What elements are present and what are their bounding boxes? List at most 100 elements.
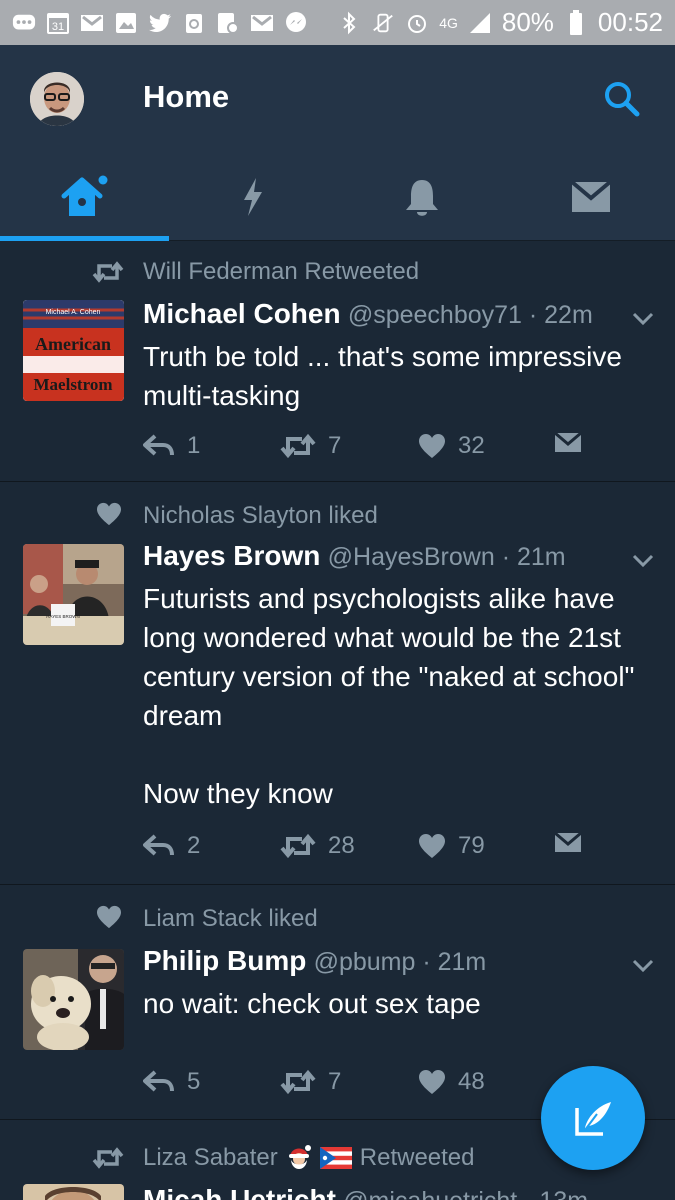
avatar[interactable]: Michael A. Cohen American Maelstrom xyxy=(23,300,124,401)
like-count: 32 xyxy=(458,432,485,459)
gmail-icon-2 xyxy=(250,12,274,34)
author-handle-time: @micahuetricht · 13m xyxy=(343,1187,588,1200)
gallery-icon xyxy=(114,12,138,34)
tweet-item[interactable]: Will Federman Retweeted Michael A. Cohen… xyxy=(0,242,675,482)
author-name[interactable]: Philip Bump xyxy=(143,945,306,976)
like-button[interactable]: 79 xyxy=(418,832,485,860)
direct-message-button[interactable] xyxy=(554,832,582,856)
tab-home[interactable] xyxy=(0,153,169,241)
signal-icon xyxy=(468,12,492,34)
vibrate-mute-icon xyxy=(371,12,395,34)
avatar[interactable] xyxy=(23,1184,124,1200)
retweeted-label: Retweeted xyxy=(359,1144,475,1171)
tab-moments[interactable] xyxy=(169,153,338,240)
network-type: 4G xyxy=(439,14,458,31)
heart-icon xyxy=(97,502,121,526)
reply-count: 2 xyxy=(187,832,201,859)
chevron-down-icon[interactable] xyxy=(630,552,656,570)
tweet-text: Futurists and psychologists alike have l… xyxy=(143,583,635,809)
heart-icon xyxy=(419,834,445,858)
calendar-icon: 31 xyxy=(46,12,70,34)
search-icon xyxy=(605,82,640,117)
compose-tweet-button[interactable] xyxy=(541,1066,645,1170)
envelope-icon xyxy=(554,832,582,852)
author-name[interactable]: Micah Uetricht xyxy=(143,1184,336,1200)
author-handle-time: @pbump · 21m xyxy=(313,948,487,976)
retweeter-name: Liza Sabater xyxy=(143,1144,278,1171)
tweet-header: Hayes Brown @HayesBrown · 21m xyxy=(143,540,566,572)
author-handle-time: @speechboy71 · 22m xyxy=(347,301,593,329)
status-bar: 31 4G 80% 00:52 xyxy=(0,0,675,45)
tweet-text: no wait: check out sex tape xyxy=(143,988,481,1019)
timeline: Will Federman Retweeted Michael A. Cohen… xyxy=(0,242,675,1200)
gmail-icon xyxy=(80,12,104,34)
app-header: Home xyxy=(0,45,675,153)
messenger-icon xyxy=(284,11,308,34)
santa-emoji-icon xyxy=(286,1144,312,1172)
page-title: Home xyxy=(143,79,230,114)
retweet-button[interactable]: 7 xyxy=(280,432,341,460)
tab-notifications[interactable] xyxy=(338,153,507,240)
author-name[interactable]: Michael Cohen xyxy=(143,298,341,329)
missed-call-icon xyxy=(216,12,240,34)
retweet-icon xyxy=(92,261,124,283)
recycle-icon xyxy=(182,12,206,34)
system-icons: 4G 80% 00:52 xyxy=(337,7,663,38)
reply-button[interactable]: 2 xyxy=(143,832,200,860)
active-tab-indicator xyxy=(0,236,169,241)
heart-icon xyxy=(419,1070,445,1094)
search-button[interactable] xyxy=(600,77,644,121)
social-context[interactable]: Nicholas Slayton liked xyxy=(143,502,378,530)
name-placard: HAYES BROWN xyxy=(46,614,79,619)
retweet-button[interactable]: 7 xyxy=(280,1068,341,1096)
tab-messages[interactable] xyxy=(506,153,675,240)
reply-button[interactable]: 5 xyxy=(143,1068,200,1096)
chevron-down-icon[interactable] xyxy=(630,310,656,328)
direct-message-button[interactable] xyxy=(554,432,582,456)
tweet-header: Philip Bump @pbump · 21m xyxy=(143,945,486,977)
like-count: 79 xyxy=(458,832,485,859)
avatar[interactable] xyxy=(23,949,124,1050)
compose-quill-icon xyxy=(575,1102,611,1136)
retweet-icon xyxy=(280,833,316,859)
twitter-bird-icon xyxy=(148,12,172,34)
chevron-down-icon[interactable] xyxy=(630,957,656,975)
avatar[interactable]: HAYES BROWN xyxy=(23,544,124,645)
reply-button[interactable]: 1 xyxy=(143,432,200,460)
author-name[interactable]: Hayes Brown xyxy=(143,540,320,571)
tweet-actions: 2 28 79 xyxy=(143,832,643,866)
retweet-icon xyxy=(280,1069,316,1095)
like-button[interactable]: 32 xyxy=(418,432,485,460)
tweet-text: Truth be told ... that's some impressive… xyxy=(143,341,630,411)
tweet-item[interactable]: Nicholas Slayton liked HAYES BROWN Hayes… xyxy=(0,482,675,885)
retweet-icon xyxy=(280,433,316,459)
social-context[interactable]: Liam Stack liked xyxy=(143,905,318,933)
home-icon xyxy=(61,175,108,216)
reply-icon xyxy=(143,434,174,456)
social-context[interactable]: Will Federman Retweeted xyxy=(143,258,419,286)
retweet-count: 7 xyxy=(328,1068,342,1095)
book-title-1: American xyxy=(35,334,111,354)
author-handle-time: @HayesBrown · 21m xyxy=(327,543,566,571)
calendar-date: 31 xyxy=(52,21,64,33)
heart-icon xyxy=(97,905,121,929)
moments-lightning-icon xyxy=(244,177,263,216)
bluetooth-icon xyxy=(337,11,361,34)
social-context[interactable]: Liza Sabater Retweeted xyxy=(143,1144,475,1172)
retweet-button[interactable]: 28 xyxy=(280,832,355,860)
tweet-header: Michael Cohen @speechboy71 · 22m xyxy=(143,298,593,330)
battery-icon xyxy=(564,9,588,35)
book-title-2: Maelstrom xyxy=(34,375,113,394)
reply-icon xyxy=(143,1070,174,1092)
puerto-rico-flag-icon xyxy=(319,1147,352,1169)
reply-count: 5 xyxy=(187,1068,201,1095)
envelope-icon xyxy=(554,432,582,452)
notifications-bell-icon xyxy=(405,179,438,216)
alarm-icon xyxy=(405,12,429,34)
chat-bubble-icon xyxy=(12,12,36,34)
tweet-actions: 1 7 32 xyxy=(143,432,643,466)
like-button[interactable]: 48 xyxy=(418,1068,485,1096)
profile-avatar[interactable] xyxy=(30,72,84,126)
clock: 00:52 xyxy=(597,7,663,37)
tweet-header: Micah Uetricht @micahuetricht · 13m xyxy=(143,1184,588,1200)
